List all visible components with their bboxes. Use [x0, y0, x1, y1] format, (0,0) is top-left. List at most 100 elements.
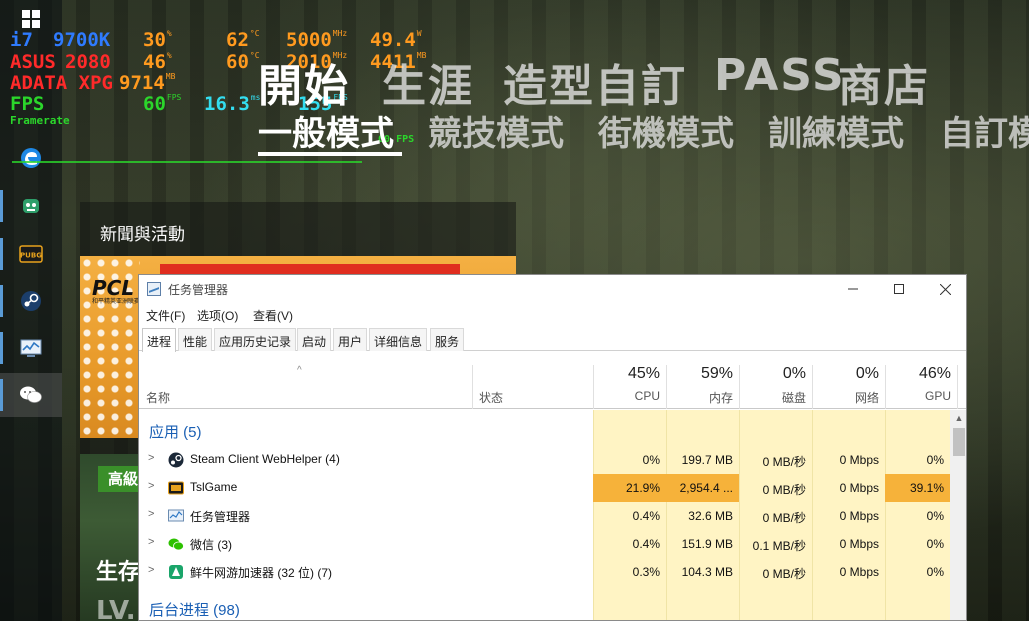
col-network[interactable]: 0% 网络: [812, 365, 885, 409]
chevron-right-icon[interactable]: >: [148, 536, 154, 548]
game-tab-customize[interactable]: 造型自訂: [503, 50, 687, 114]
chevron-right-icon[interactable]: >: [148, 508, 154, 520]
game-tab-career[interactable]: 生涯: [382, 50, 474, 114]
scrollbar[interactable]: ▲: [950, 410, 966, 620]
osd-framerate-label: Framerate: [10, 114, 70, 127]
game-tab-pass[interactable]: PASS: [714, 50, 846, 101]
col-memory[interactable]: 59% 内存: [666, 365, 739, 409]
group-apps[interactable]: 应用 (5): [139, 416, 950, 444]
osd-gpu-load: 46%: [143, 51, 172, 73]
mode-training[interactable]: 訓練模式: [768, 106, 904, 155]
minimize-button[interactable]: [830, 275, 876, 303]
network-total: 0%: [855, 365, 879, 382]
pcl-subtitle: 和平精英亚洲联赛: [92, 298, 141, 305]
osd-framerate-graph: [12, 161, 362, 163]
process-disk: 0 MB/秒: [762, 455, 806, 469]
task-manager-app-icon: [147, 282, 161, 296]
menu-view[interactable]: 查看(V): [253, 307, 293, 324]
scroll-thumb[interactable]: [953, 428, 965, 456]
process-gpu: 0%: [926, 453, 944, 467]
col-name[interactable]: 名称: [146, 389, 170, 406]
process-cpu: 0.4%: [632, 537, 660, 551]
osd-cpu-temp: 62°C: [226, 29, 260, 51]
osd-gpu-model: 2080: [65, 51, 111, 73]
svg-text:PUBG: PUBG: [20, 252, 42, 260]
col-status-head[interactable]: 状态: [472, 365, 593, 409]
process-name: TslGame: [190, 480, 238, 494]
process-network: 0 Mbps: [839, 565, 879, 579]
close-button[interactable]: [922, 275, 966, 303]
steam-icon: [168, 452, 184, 468]
tab-users[interactable]: 用户: [333, 328, 368, 351]
mode-normal[interactable]: 一般模式: [258, 106, 394, 155]
chevron-right-icon[interactable]: >: [148, 480, 154, 492]
osd-cpu-label: i7: [10, 29, 33, 51]
process-disk: 0 MB/秒: [762, 567, 806, 581]
survival-level: LV.: [96, 596, 136, 621]
mode-active-underline: [258, 152, 402, 156]
tab-startup[interactable]: 启动: [297, 328, 332, 351]
process-network: 0 Mbps: [839, 509, 879, 523]
col-gpu[interactable]: 46% GPU: [885, 365, 958, 409]
game-tab-start[interactable]: 開始: [258, 50, 350, 114]
disk-label: 磁盘: [781, 391, 806, 405]
sort-up-icon[interactable]: ^: [297, 365, 302, 376]
chevron-right-icon[interactable]: >: [148, 452, 154, 464]
col-disk[interactable]: 0% 磁盘: [739, 365, 812, 409]
windows-start-icon[interactable]: [22, 10, 40, 28]
table-row[interactable]: > 鲜牛网游加速器 (32 位) (7) 0.3% 104.3 MB 0 MB/…: [139, 558, 950, 586]
menu-options[interactable]: 选项(O): [197, 307, 238, 324]
process-disk: 0.1 MB/秒: [752, 539, 806, 553]
process-disk: 0 MB/秒: [762, 483, 806, 497]
osd-ram-value: 9714MB: [119, 72, 176, 94]
game-tab-store[interactable]: 商店: [838, 50, 930, 114]
process-cpu: 0%: [642, 453, 660, 467]
osd-cpu-load: 30%: [143, 29, 172, 51]
tab-services[interactable]: 服务: [430, 328, 465, 351]
table-row[interactable]: > TslGame 21.9% 2,954.4 ... 0 MB/秒 0 Mbp…: [139, 474, 950, 502]
process-network: 0 Mbps: [839, 537, 879, 551]
osd-cpu-power: 49.4W: [370, 29, 422, 51]
disk-total: 0%: [782, 365, 806, 382]
task-manager-window: 任务管理器 文件(F) 选项(O) 查看(V) 进程 性能 应用历史记录 启动 …: [138, 274, 967, 621]
mode-custom[interactable]: 自訂模: [940, 106, 1029, 155]
group-background[interactable]: 后台进程 (98): [139, 594, 950, 620]
task-manager-icon[interactable]: [0, 326, 62, 370]
tab-performance[interactable]: 性能: [178, 328, 213, 351]
network-label: 网络: [854, 391, 879, 405]
tm-title: 任务管理器: [168, 283, 229, 297]
osd-cpu-model: 9700K: [53, 29, 111, 51]
steam-icon[interactable]: [0, 279, 62, 323]
mode-ranked[interactable]: 競技模式: [428, 106, 564, 155]
tab-details[interactable]: 详细信息: [369, 328, 428, 351]
pubg-icon: [168, 480, 184, 496]
menu-file[interactable]: 文件(F): [146, 307, 185, 324]
scroll-up-icon[interactable]: ▲: [950, 410, 966, 426]
close-icon: [939, 283, 951, 295]
chevron-right-icon[interactable]: >: [148, 564, 154, 576]
process-memory: 104.3 MB: [681, 565, 733, 579]
memory-total: 59%: [700, 365, 733, 382]
mode-arcade[interactable]: 街機模式: [598, 106, 734, 155]
table-row[interactable]: > Steam Client WebHelper (4) 0% 199.7 MB…: [139, 446, 950, 474]
process-name: 任务管理器: [190, 510, 251, 524]
cpu-label: CPU: [634, 389, 660, 403]
maximize-button[interactable]: [876, 275, 922, 303]
tab-app-history[interactable]: 应用历史记录: [214, 328, 297, 351]
task-manager-icon: [168, 508, 184, 524]
wechat-icon[interactable]: [0, 373, 62, 417]
game-helper-icon[interactable]: [0, 184, 62, 228]
osd-ram-label: ADATA XPG: [10, 72, 113, 94]
table-row[interactable]: > 微信 (3) 0.4% 151.9 MB 0.1 MB/秒 0 Mbps 0…: [139, 530, 950, 558]
tm-tabs: 进程 性能 应用历史记录 启动 用户 详细信息 服务: [139, 328, 966, 352]
osd-fps-value: 60FPS: [143, 93, 182, 115]
tab-processes[interactable]: 进程: [142, 328, 177, 352]
news-title: 新聞與活動: [100, 225, 185, 245]
col-cpu[interactable]: 45% CPU: [593, 365, 666, 409]
edge-icon[interactable]: [0, 136, 62, 180]
table-row[interactable]: > 任务管理器 0.4% 32.6 MB 0 MB/秒 0 Mbps 0%: [139, 502, 950, 530]
memory-label: 内存: [708, 391, 733, 405]
tm-titlebar[interactable]: 任务管理器: [139, 275, 966, 303]
pubg-icon[interactable]: PUBG: [0, 232, 62, 276]
gpu-total: 46%: [918, 365, 951, 382]
